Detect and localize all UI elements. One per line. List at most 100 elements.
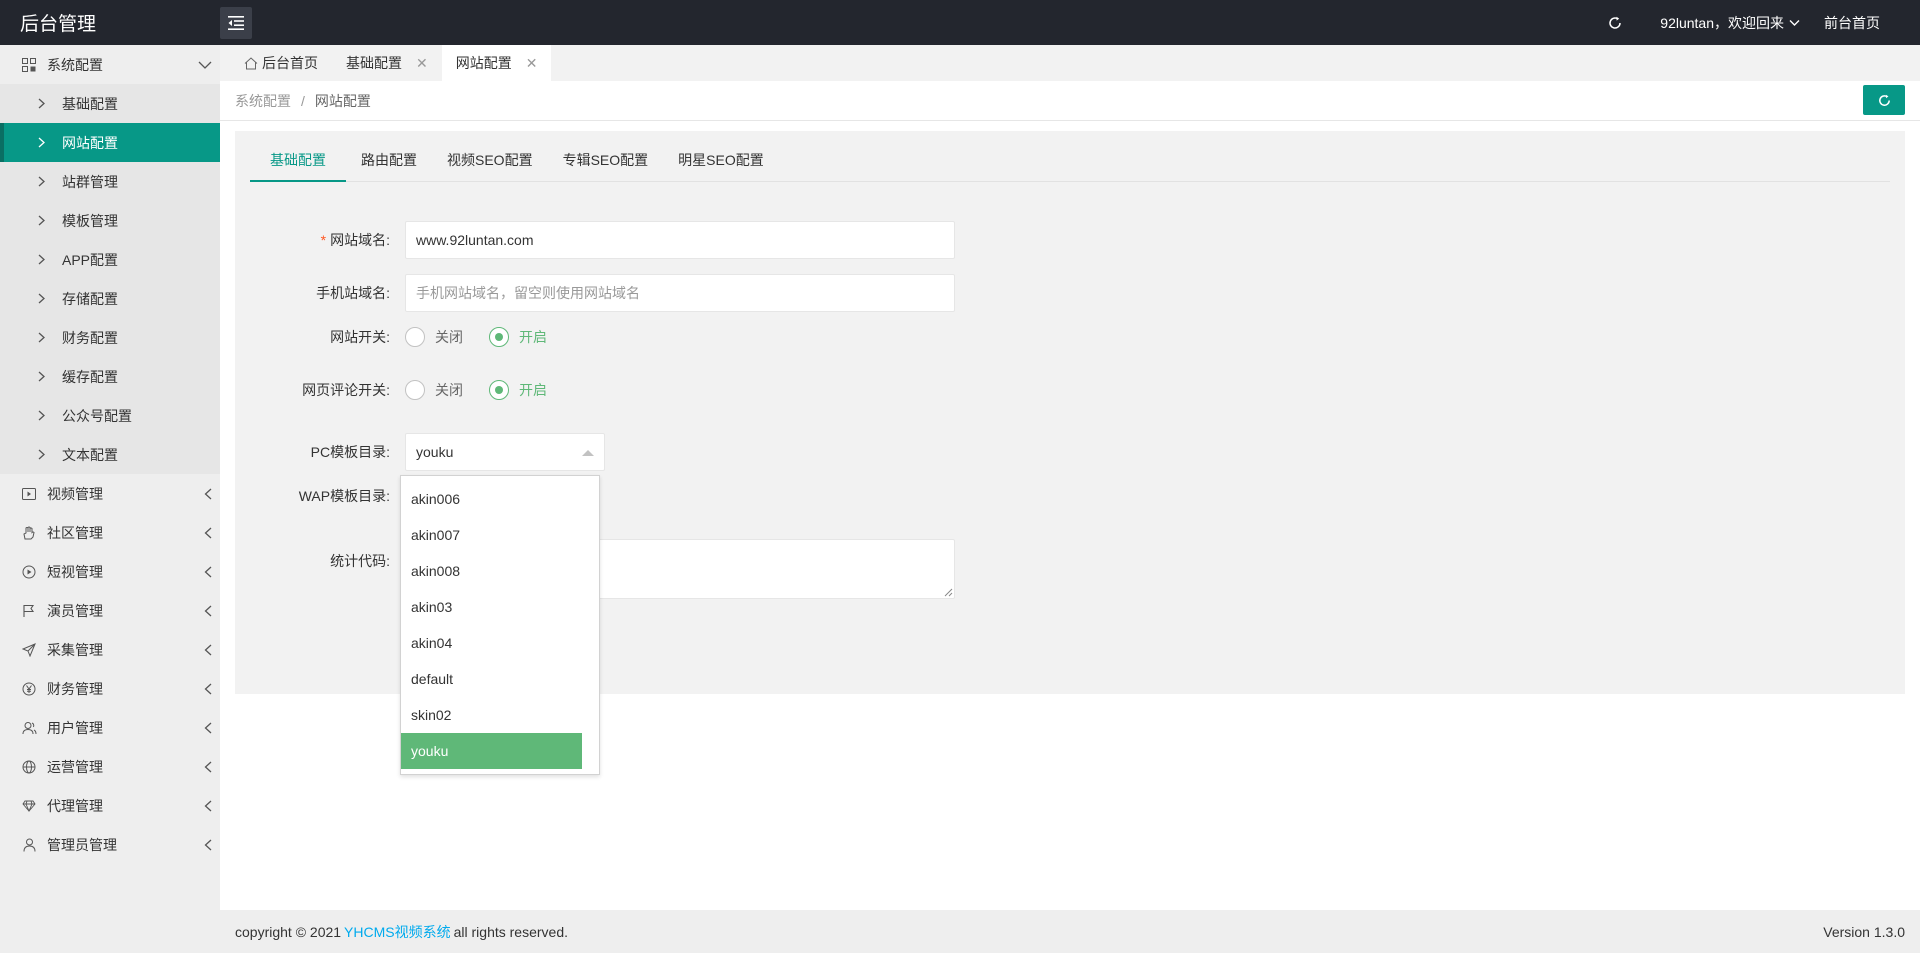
dropdown-option[interactable]: default	[401, 661, 582, 697]
breadcrumb-current: 网站配置	[314, 92, 371, 109]
breadcrumb: 系统配置 / 网站配置	[220, 81, 1920, 121]
menu-toggle-button[interactable]	[220, 6, 252, 39]
sidebar-group-label: 系统配置	[47, 56, 103, 73]
sidebar-group-system-config[interactable]: 系统配置	[0, 45, 220, 84]
site-switch-on-radio[interactable]: 开启	[489, 327, 547, 347]
comment-switch-on-radio[interactable]: 开启	[489, 380, 547, 400]
sidebar-item-label: 站群管理	[62, 173, 118, 190]
form-tab-album-seo[interactable]: 专辑SEO配置	[548, 151, 664, 182]
sidebar-group-label: 代理管理	[47, 797, 103, 814]
indent-icon	[228, 15, 244, 30]
send-icon	[20, 641, 38, 659]
form-tab-route[interactable]: 路由配置	[346, 151, 432, 182]
tab-label: 基础配置	[346, 55, 402, 71]
refresh-button[interactable]	[1600, 8, 1630, 38]
comment-switch-off-radio[interactable]: 关闭	[405, 380, 463, 400]
flag-icon	[20, 602, 38, 620]
sidebar: 系统配置 基础配置 网站配置 站群管理 模板管理 APP配置 存储配置 财务配置…	[0, 45, 220, 953]
dropdown-option[interactable]: akin03	[401, 589, 582, 625]
sidebar-item-wechat-config[interactable]: 公众号配置	[0, 396, 220, 435]
sidebar-group-label: 用户管理	[47, 719, 103, 736]
sidebar-group-label: 财务管理	[47, 680, 103, 697]
chevron-down-icon	[198, 61, 212, 69]
sidebar-group-label: 短视管理	[47, 563, 103, 580]
home-icon	[244, 56, 258, 69]
reload-page-button[interactable]	[1863, 85, 1905, 115]
sidebar-group-operations[interactable]: 运营管理	[0, 747, 220, 786]
comment-switch-label: 网页评论开关:	[302, 382, 390, 398]
chevron-left-icon	[204, 800, 212, 811]
tab-basic-config[interactable]: 基础配置 ✕	[332, 45, 442, 81]
close-icon[interactable]: ✕	[416, 55, 428, 72]
site-switch-off-radio[interactable]: 关闭	[405, 327, 463, 347]
chevron-left-icon	[204, 683, 212, 694]
front-page-link[interactable]: 前台首页	[1824, 13, 1880, 33]
chevron-right-icon	[38, 332, 45, 343]
sidebar-item-finance-config[interactable]: 财务配置	[0, 318, 220, 357]
sidebar-item-storage-config[interactable]: 存储配置	[0, 279, 220, 318]
close-icon[interactable]: ✕	[526, 55, 538, 72]
pc-template-select[interactable]: youku	[405, 433, 605, 471]
form-row-domain: * 网站域名: www.92luntan.com	[235, 221, 955, 259]
form-tabs: 基础配置 路由配置 视频SEO配置 专辑SEO配置 明星SEO配置	[250, 151, 1890, 182]
tab-home[interactable]: 后台首页	[230, 45, 332, 81]
chevron-right-icon	[38, 371, 45, 382]
form-tab-star-seo[interactable]: 明星SEO配置	[663, 151, 779, 182]
sidebar-group-actor[interactable]: 演员管理	[0, 591, 220, 630]
dropdown-option[interactable]: akin008	[401, 553, 582, 589]
sidebar-group-users[interactable]: 用户管理	[0, 708, 220, 747]
domain-input[interactable]: www.92luntan.com	[405, 221, 955, 259]
user-icon	[20, 836, 38, 854]
form-tab-basic[interactable]: 基础配置	[250, 151, 346, 182]
video-icon	[20, 485, 38, 503]
sidebar-group-agent[interactable]: 代理管理	[0, 786, 220, 825]
chevron-left-icon	[204, 566, 212, 577]
chevron-right-icon	[38, 98, 45, 109]
hand-icon	[20, 524, 38, 542]
sidebar-item-site-config[interactable]: 网站配置	[0, 123, 220, 162]
brand-link[interactable]: YHCMS视频系统	[344, 922, 451, 942]
dropdown-option-selected[interactable]: youku	[401, 733, 582, 769]
sidebar-group-label: 社区管理	[47, 524, 103, 541]
sidebar-group-short-video[interactable]: 短视管理	[0, 552, 220, 591]
sidebar-item-basic-config[interactable]: 基础配置	[0, 84, 220, 123]
sidebar-item-text-config[interactable]: 文本配置	[0, 435, 220, 474]
footer: copyright © 2021 YHCMS视频系统 all rights re…	[220, 910, 1920, 953]
dropdown-option[interactable]: skin02	[401, 697, 582, 733]
mobile-domain-input[interactable]: 手机网站域名，留空则使用网站域名	[405, 274, 955, 312]
sidebar-item-app-config[interactable]: APP配置	[0, 240, 220, 279]
pc-template-label: PC模板目录:	[310, 444, 390, 460]
sidebar-group-video[interactable]: 视频管理	[0, 474, 220, 513]
sidebar-group-finance[interactable]: 财务管理	[0, 669, 220, 708]
tab-site-config[interactable]: 网站配置 ✕	[441, 45, 552, 81]
dashboard-icon	[20, 56, 38, 74]
dropdown-option[interactable]: akin006	[401, 481, 582, 517]
radio-circle-checked	[489, 327, 509, 347]
breadcrumb-parent[interactable]: 系统配置	[235, 91, 291, 111]
sidebar-item-label: 公众号配置	[62, 407, 132, 424]
stats-code-label: 统计代码:	[330, 553, 390, 569]
app-title: 后台管理	[20, 14, 97, 35]
sidebar-group-community[interactable]: 社区管理	[0, 513, 220, 552]
chevron-right-icon	[38, 137, 45, 148]
resize-handle-icon[interactable]	[944, 588, 953, 597]
dropdown-option[interactable]: akin007	[401, 517, 582, 553]
sidebar-item-site-group[interactable]: 站群管理	[0, 162, 220, 201]
chevron-left-icon	[204, 605, 212, 616]
radio-circle	[405, 380, 425, 400]
form-tab-video-seo[interactable]: 视频SEO配置	[432, 151, 548, 182]
user-menu[interactable]: 92luntan，欢迎回来	[1660, 13, 1800, 33]
radio-circle-checked	[489, 380, 509, 400]
chevron-left-icon	[204, 722, 212, 733]
sidebar-item-template[interactable]: 模板管理	[0, 201, 220, 240]
dropdown-option[interactable]: akin04	[401, 625, 582, 661]
sidebar-item-label: 模板管理	[62, 212, 118, 229]
globe-icon	[20, 758, 38, 776]
sidebar-item-label: 财务配置	[62, 329, 118, 346]
refresh-icon	[1878, 94, 1890, 106]
chevron-left-icon	[204, 839, 212, 850]
sidebar-item-cache-config[interactable]: 缓存配置	[0, 357, 220, 396]
form-row-site-switch: 网站开关: 关闭 开启	[235, 327, 573, 347]
sidebar-group-collect[interactable]: 采集管理	[0, 630, 220, 669]
sidebar-group-admins[interactable]: 管理员管理	[0, 825, 220, 864]
